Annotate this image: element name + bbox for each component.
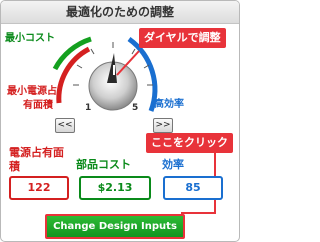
label-min-cost: 最小コスト	[5, 33, 55, 44]
dial-prev-button[interactable]: <<	[55, 118, 75, 133]
dial-tick-min: 1	[85, 103, 92, 113]
dial-next-button[interactable]: >>	[153, 118, 173, 133]
metric-efficiency-label: 効率	[162, 158, 184, 171]
panel-title: 最適化のための調整	[1, 1, 239, 24]
change-design-inputs-button[interactable]: Change Design Inputs	[45, 214, 185, 239]
click-hint-callout: ここをクリック	[146, 133, 233, 153]
metric-efficiency-value: 85	[163, 176, 223, 200]
dial-tick-max: 5	[132, 103, 139, 113]
metric-cost-label: 部品コスト	[76, 158, 131, 171]
metric-area-value: 122	[9, 176, 69, 200]
dial-hint-callout: ダイヤルで調整	[139, 28, 226, 48]
click-hint-leader-h	[181, 212, 216, 214]
optimization-panel: 最適化のための調整 最小コスト 最小電源占 有面積 高効率 1 5 << >> …	[0, 0, 240, 242]
metric-cost-value: $2.13	[79, 176, 151, 200]
label-high-efficiency: 高効率	[154, 99, 184, 110]
label-min-area-line2: 有面積	[23, 100, 53, 111]
label-min-area-line1: 最小電源占	[7, 86, 57, 97]
metric-area-label-line2: 積	[9, 160, 20, 173]
